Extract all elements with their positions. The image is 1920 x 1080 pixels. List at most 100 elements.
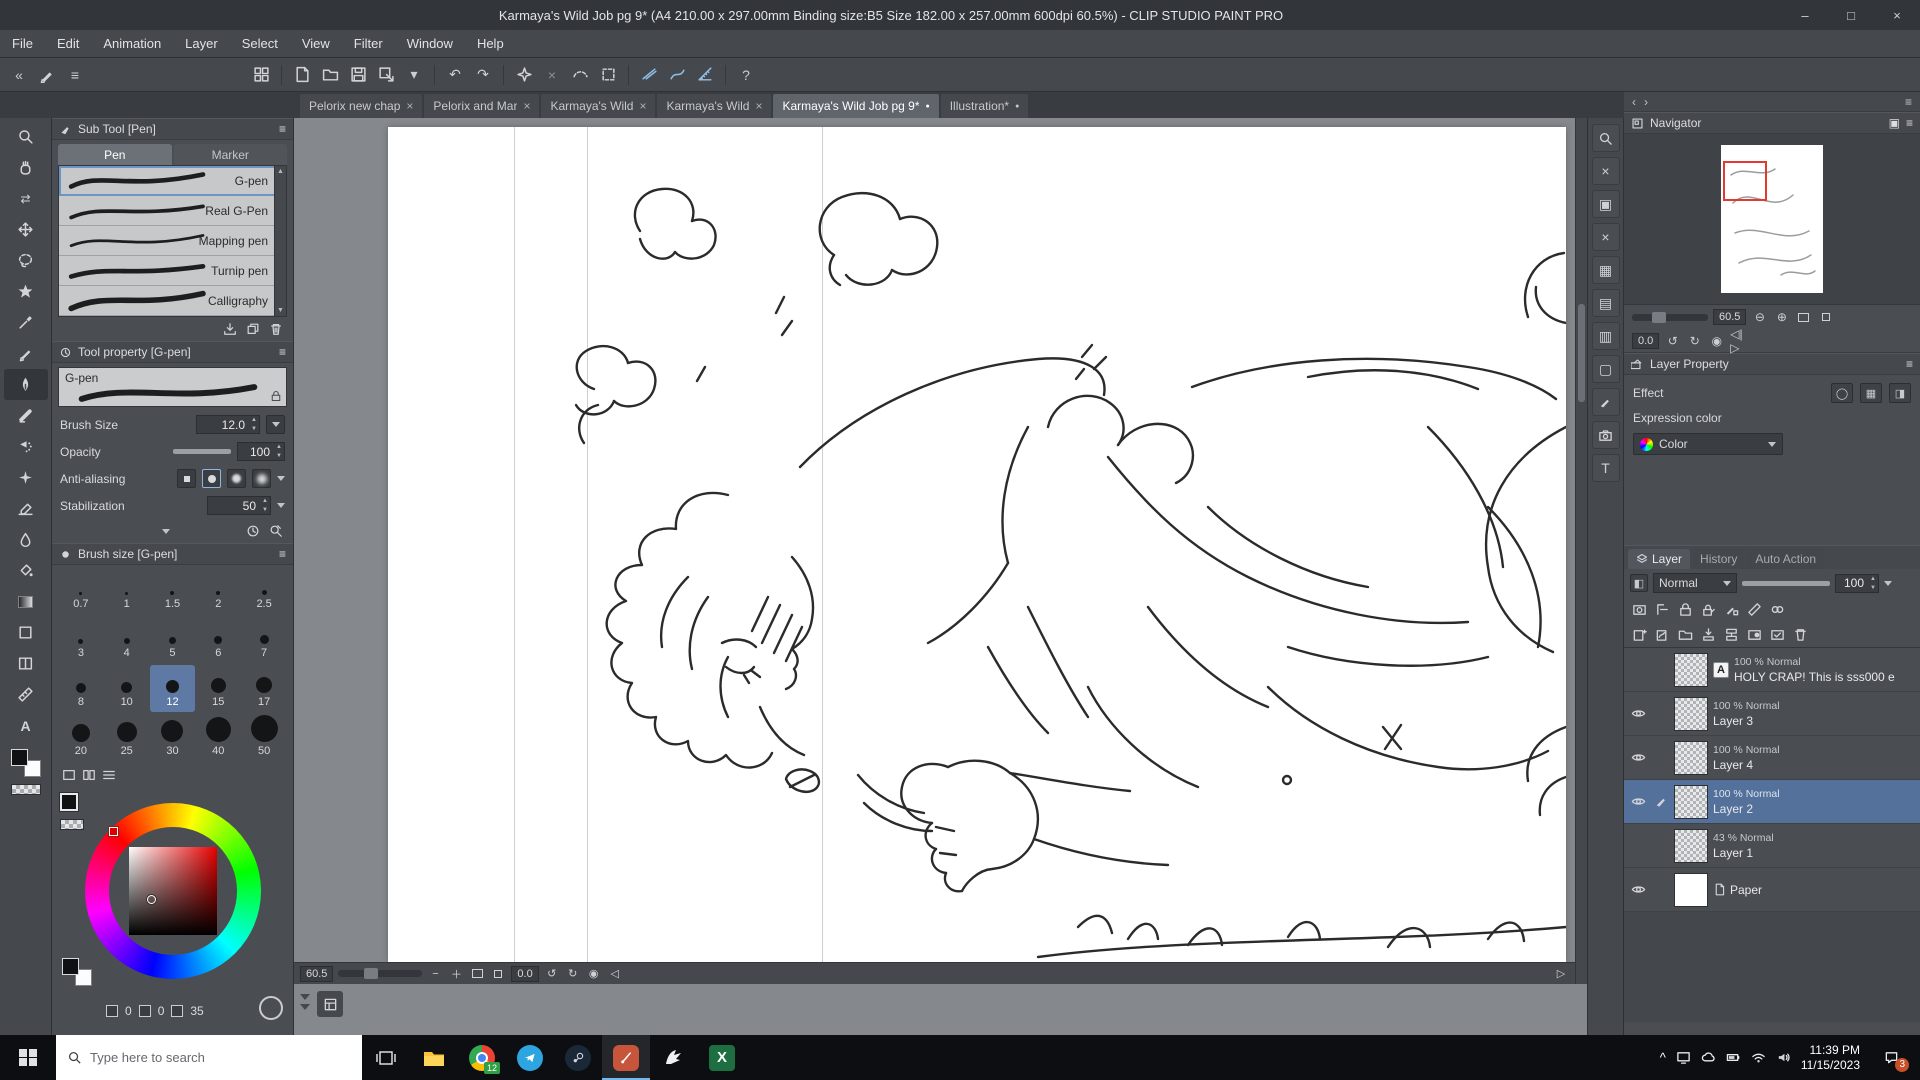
- close-button[interactable]: ×: [1874, 0, 1920, 30]
- aa-weak-button[interactable]: [202, 469, 221, 488]
- rotate-cw-icon[interactable]: ↻: [565, 966, 581, 982]
- taskbar-search[interactable]: [56, 1035, 362, 1080]
- close-view-icon[interactable]: ×: [1592, 157, 1620, 185]
- main-sub-color-swatches[interactable]: [11, 749, 41, 777]
- help-icon[interactable]: ?: [733, 62, 759, 88]
- gradient-tool-icon[interactable]: [4, 586, 48, 617]
- collapse-left-icon[interactable]: «: [6, 62, 32, 88]
- layer-row[interactable]: 43 % Normal Layer 1: [1624, 824, 1920, 868]
- frame-border-tool-icon[interactable]: [4, 648, 48, 679]
- size-cell[interactable]: 7: [241, 616, 287, 663]
- brush-size-header[interactable]: Brush size [G-pen] ≡: [52, 543, 293, 565]
- redo-icon[interactable]: ↷: [470, 62, 496, 88]
- new-file-icon[interactable]: [289, 62, 315, 88]
- expression-color-dropdown[interactable]: Color: [1633, 433, 1783, 455]
- aa-strong-button[interactable]: [252, 469, 271, 488]
- paper-icon[interactable]: ▢: [1592, 355, 1620, 383]
- size-cell[interactable]: 6: [195, 616, 241, 663]
- dock-menu-icon[interactable]: ≡: [1905, 95, 1912, 109]
- transfer-down-icon[interactable]: [1701, 627, 1716, 642]
- zoom-slider-thumb[interactable]: [364, 968, 378, 979]
- tab-close-icon[interactable]: ×: [639, 99, 646, 113]
- size-cell[interactable]: 50: [241, 714, 287, 761]
- flip-tool-icon[interactable]: ⇄: [4, 183, 48, 214]
- game-app-button[interactable]: [650, 1035, 698, 1080]
- saturation-value-square[interactable]: [129, 847, 217, 935]
- brush-preset-preview[interactable]: G-pen: [58, 367, 287, 407]
- brush-size-input[interactable]: 12.0▲▼: [196, 415, 260, 434]
- layer-property-header[interactable]: Layer Property ≡: [1624, 353, 1920, 375]
- size-cell[interactable]: 15: [195, 665, 241, 712]
- main-color-swatch[interactable]: [11, 749, 28, 766]
- text-material-icon[interactable]: T: [1592, 454, 1620, 482]
- effect-layer-color-icon[interactable]: ◨: [1889, 383, 1911, 403]
- nav-zoom-in-icon[interactable]: ⊕: [1773, 309, 1790, 326]
- size-cell[interactable]: 25: [104, 714, 150, 761]
- scroll-up-icon[interactable]: ▲: [277, 168, 284, 175]
- material-image-icon[interactable]: ▣: [1592, 190, 1620, 218]
- layer-thumbnail[interactable]: [1674, 653, 1708, 687]
- nav-actual-size-icon[interactable]: [1817, 309, 1834, 326]
- brush-item[interactable]: Real G-Pen: [59, 196, 286, 226]
- dock-left-icon[interactable]: ‹: [1632, 95, 1636, 109]
- canvas-viewport[interactable]: 60.5 − ＋ 0.0 ↺ ↻ ◉ ◁ ▷: [294, 118, 1587, 1035]
- navigator-thumbnail[interactable]: [1721, 145, 1823, 293]
- zoom-tool-icon[interactable]: [4, 121, 48, 152]
- menu-filter[interactable]: Filter: [342, 30, 395, 57]
- ruler-snap-icon[interactable]: [1747, 602, 1762, 617]
- scroll-right-icon[interactable]: ▷: [1553, 966, 1569, 982]
- layer-row-selected[interactable]: 100 % Normal Layer 2: [1624, 780, 1920, 824]
- maximize-button[interactable]: □: [1828, 0, 1874, 30]
- lock-layer-icon[interactable]: [1678, 602, 1693, 617]
- move-tool-icon[interactable]: [4, 214, 48, 245]
- figure-tool-icon[interactable]: [4, 617, 48, 648]
- size-cell-selected[interactable]: 12: [150, 665, 196, 712]
- nav-flip-horizontal-icon[interactable]: ◁|▷: [1730, 332, 1747, 349]
- nav-zoom-slider[interactable]: [1632, 314, 1708, 321]
- zoom-in-icon[interactable]: ＋: [448, 966, 464, 982]
- trash-icon[interactable]: [269, 322, 283, 336]
- aa-caret-icon[interactable]: [277, 476, 285, 481]
- blend-mode-dropdown[interactable]: Normal: [1653, 573, 1737, 593]
- brush-item[interactable]: Calligraphy: [59, 286, 286, 316]
- edit-icon[interactable]: [1592, 388, 1620, 416]
- doc-tab[interactable]: Pelorix new chap×: [300, 94, 422, 118]
- rotate-ccw-icon[interactable]: ↺: [544, 966, 560, 982]
- nav-zoom-out-icon[interactable]: ⊖: [1751, 309, 1768, 326]
- spinner-arrows-icon[interactable]: ▲▼: [251, 416, 257, 434]
- snap-grid-icon[interactable]: [692, 62, 718, 88]
- expand-panel-icon[interactable]: [162, 529, 170, 534]
- layer-thumbnail[interactable]: [1674, 785, 1708, 819]
- size-cell[interactable]: 1.5: [150, 567, 196, 614]
- layer-thumbnail[interactable]: [1674, 829, 1708, 863]
- clear-icon[interactable]: [511, 62, 537, 88]
- dock-right-icon[interactable]: ›: [1644, 95, 1648, 109]
- hue-value-icon[interactable]: [106, 1005, 118, 1017]
- nav-rotation-value[interactable]: 0.0: [1632, 333, 1659, 349]
- scrollbar-thumb[interactable]: [1578, 304, 1585, 402]
- tab-history[interactable]: History: [1692, 549, 1745, 569]
- reset-rotation-icon[interactable]: ◉: [586, 966, 602, 982]
- pen-lock-icon[interactable]: [1724, 602, 1739, 617]
- stabilization-input[interactable]: 50▲▼: [207, 496, 271, 515]
- lasso-tool-icon[interactable]: [4, 245, 48, 276]
- nav-fit-icon[interactable]: [1795, 309, 1812, 326]
- delete-layer-icon[interactable]: [1793, 627, 1808, 642]
- opacity-slider[interactable]: [173, 449, 231, 454]
- tool-property-header[interactable]: Tool property [G-pen] ≡: [52, 341, 293, 363]
- merge-down-icon[interactable]: [1724, 627, 1739, 642]
- actual-size-icon[interactable]: [490, 966, 506, 982]
- auto-select-tool-icon[interactable]: [4, 276, 48, 307]
- battery-tray-icon[interactable]: [1726, 1050, 1741, 1065]
- fit-screen-icon[interactable]: [469, 966, 485, 982]
- tab-close-icon[interactable]: ×: [523, 99, 530, 113]
- decoration-tool-icon[interactable]: [4, 462, 48, 493]
- panel-expand-icon[interactable]: ▣: [1889, 116, 1900, 130]
- effect-tone-icon[interactable]: ▦: [1860, 383, 1882, 403]
- size-cell[interactable]: 0.7: [58, 567, 104, 614]
- doc-tab[interactable]: Karmaya's Wild×: [541, 94, 655, 118]
- nav-rotate-ccw-icon[interactable]: ↺: [1664, 332, 1681, 349]
- tab-auto-action[interactable]: Auto Action: [1747, 549, 1824, 569]
- opacity-caret-icon[interactable]: [1884, 581, 1892, 586]
- hidden-icons-chevron[interactable]: ^: [1660, 1050, 1666, 1065]
